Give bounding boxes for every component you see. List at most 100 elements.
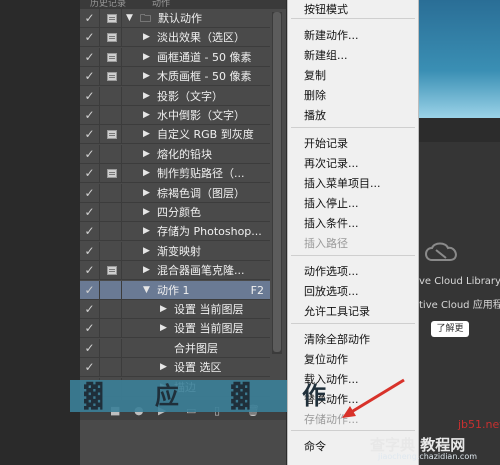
expand-arrow-icon[interactable]: ▶ xyxy=(160,300,170,319)
toggle-checkmark-icon[interactable]: ✓ xyxy=(80,67,100,87)
expand-arrow-icon[interactable]: ▶ xyxy=(143,222,153,241)
toggle-checkmark-icon[interactable]: ✓ xyxy=(80,222,100,242)
action-set-row[interactable]: ✓ ▼ 🗀 默认动作 xyxy=(80,9,270,28)
expand-arrow-icon[interactable]: ▶ xyxy=(160,358,170,377)
toggle-checkmark-icon[interactable]: ✓ xyxy=(80,164,100,184)
toggle-checkmark-icon[interactable]: ✓ xyxy=(80,125,100,145)
learn-more-button[interactable]: 了解更 xyxy=(431,321,469,337)
scroll-thumb[interactable] xyxy=(273,12,281,352)
action-row[interactable]: ✓ ▶ 设置 当前图层 xyxy=(80,319,270,339)
toggle-checkmark-icon[interactable]: ✓ xyxy=(80,144,100,164)
dialog-toggle[interactable] xyxy=(102,358,122,378)
expand-arrow-icon[interactable]: ▶ xyxy=(143,203,153,222)
action-row[interactable]: ✓ ▼ 动作 1 F2 xyxy=(80,280,270,300)
action-row[interactable]: ✓ ▶ 木质画框 - 50 像素 xyxy=(80,67,270,87)
expand-arrow-icon[interactable]: ▶ xyxy=(143,28,153,47)
expand-arrow-icon[interactable]: ▶ xyxy=(143,184,153,203)
dialog-toggle[interactable] xyxy=(102,222,122,242)
expand-arrow-icon[interactable]: ▶ xyxy=(143,106,153,125)
color-picker-gradient[interactable] xyxy=(419,0,500,118)
menu-item[interactable]: 播放 xyxy=(304,107,326,123)
toggle-checkmark-icon[interactable]: ✓ xyxy=(80,47,100,67)
dialog-toggle[interactable] xyxy=(102,144,122,164)
dialog-toggle[interactable] xyxy=(102,125,122,145)
dialog-toggle[interactable] xyxy=(102,28,122,48)
expand-arrow-icon[interactable]: ▶ xyxy=(143,242,153,261)
dialog-toggle[interactable] xyxy=(102,261,122,281)
expand-arrow-icon[interactable]: ▶ xyxy=(143,48,153,67)
dialog-toggle[interactable] xyxy=(102,203,122,222)
toggle-checkmark-icon[interactable]: ✓ xyxy=(80,28,100,48)
dialog-toggle[interactable] xyxy=(102,338,122,358)
action-row[interactable]: ✓ ▶ 混合器画笔克隆... xyxy=(80,261,270,281)
action-row[interactable]: ✓ ▶ 画框通道 - 50 像素 xyxy=(80,47,270,67)
dialog-toggle[interactable] xyxy=(102,280,122,300)
collapse-arrow-icon[interactable]: ▼ xyxy=(143,281,153,300)
collapse-arrow-icon[interactable]: ▼ xyxy=(126,9,136,28)
menu-item[interactable]: 插入条件... xyxy=(304,215,359,231)
menu-item[interactable]: 删除 xyxy=(304,87,326,103)
dialog-toggle[interactable] xyxy=(102,47,122,67)
toggle-checkmark-icon[interactable]: ✓ xyxy=(80,183,100,203)
menu-item[interactable]: 回放选项... xyxy=(304,283,359,299)
action-row[interactable]: ✓ ▶ 渐变映射 xyxy=(80,241,270,261)
action-row[interactable]: ✓ ▶ 设置 选区 xyxy=(80,358,270,378)
toggle-checkmark-icon[interactable]: ✓ xyxy=(80,319,100,339)
toggle-checkmark-icon[interactable]: ✓ xyxy=(80,261,100,281)
menu-item[interactable]: 新建组... xyxy=(304,47,348,63)
action-row[interactable]: ✓ ▶ 水中倒影（文字） xyxy=(80,106,270,125)
action-row[interactable]: ✓ ▶ 熔化的铅块 xyxy=(80,144,270,164)
scrollbar[interactable] xyxy=(272,12,282,354)
menu-item[interactable]: 允许工具记录 xyxy=(304,303,370,319)
menu-item[interactable]: 新建动作... xyxy=(304,27,359,43)
menu-item[interactable]: 清除全部动作 xyxy=(304,331,370,347)
toggle-checkmark-icon[interactable]: ✓ xyxy=(80,300,100,319)
expand-arrow-icon[interactable]: ▶ xyxy=(160,319,170,338)
tab-actions[interactable]: 动作 xyxy=(146,0,176,9)
dialog-toggle[interactable] xyxy=(102,106,122,125)
menu-item[interactable]: 复制 xyxy=(304,67,326,83)
action-row[interactable]: ✓ 合并图层 xyxy=(80,338,270,358)
toggle-checkmark-icon[interactable]: ✓ xyxy=(80,241,100,261)
toggle-checkmark-icon[interactable]: ✓ xyxy=(80,280,100,300)
dialog-toggle[interactable] xyxy=(102,67,122,87)
dialog-toggle[interactable] xyxy=(102,300,122,319)
menu-item[interactable]: 动作选项... xyxy=(304,263,359,279)
menu-item[interactable]: 再次记录... xyxy=(304,155,359,171)
menu-item[interactable]: 插入菜单项目... xyxy=(304,175,381,191)
menu-item[interactable]: 复位动作 xyxy=(304,351,348,367)
action-row[interactable]: ✓ ▶ 设置 当前图层 xyxy=(80,300,270,319)
toggle-checkmark-icon[interactable]: ✓ xyxy=(80,106,100,125)
action-label: 画框通道 - 50 像素 xyxy=(157,50,252,64)
toggle-checkmark-icon[interactable]: ✓ xyxy=(80,203,100,222)
dialog-toggle[interactable] xyxy=(102,86,122,106)
toggle-checkmark-icon[interactable]: ✓ xyxy=(80,358,100,378)
dialog-toggle[interactable] xyxy=(102,183,122,203)
action-row[interactable]: ✓ ▶ 存储为 Photoshop... xyxy=(80,222,270,242)
dialog-toggle[interactable] xyxy=(102,241,122,261)
action-label: 熔化的铅块 xyxy=(157,147,212,161)
expand-arrow-icon[interactable]: ▶ xyxy=(143,125,153,144)
action-row[interactable]: ✓ ▶ 自定义 RGB 到灰度 xyxy=(80,125,270,145)
toggle-checkmark-icon[interactable]: ✓ xyxy=(80,9,100,28)
action-row[interactable]: ✓ ▶ 投影（文字） xyxy=(80,86,270,106)
menu-item[interactable]: 开始记录 xyxy=(304,135,348,151)
action-row[interactable]: ✓ ▶ 棕褐色调（图层） xyxy=(80,183,270,203)
toggle-checkmark-icon[interactable]: ✓ xyxy=(80,86,100,106)
expand-arrow-icon[interactable]: ▶ xyxy=(143,164,153,183)
action-row[interactable]: ✓ ▶ 制作剪贴路径（... xyxy=(80,164,270,184)
menu-item[interactable]: 按钮模式 xyxy=(304,1,348,17)
action-row[interactable]: ✓ ▶ 淡出效果（选区） xyxy=(80,28,270,48)
expand-arrow-icon[interactable]: ▶ xyxy=(143,67,153,86)
dialog-toggle[interactable] xyxy=(102,319,122,339)
expand-arrow-icon[interactable]: ▶ xyxy=(143,87,153,106)
menu-item[interactable]: 命令 xyxy=(304,438,326,454)
dialog-toggle[interactable] xyxy=(102,164,122,184)
action-row[interactable]: ✓ ▶ 四分颜色 xyxy=(80,203,270,222)
expand-arrow-icon[interactable]: ▶ xyxy=(143,261,153,280)
tab-history[interactable]: 历史记录 xyxy=(84,0,132,9)
expand-arrow-icon[interactable]: ▶ xyxy=(143,145,153,164)
toggle-checkmark-icon[interactable]: ✓ xyxy=(80,338,100,358)
menu-item[interactable]: 插入停止... xyxy=(304,195,359,211)
dialog-toggle[interactable] xyxy=(102,9,122,28)
